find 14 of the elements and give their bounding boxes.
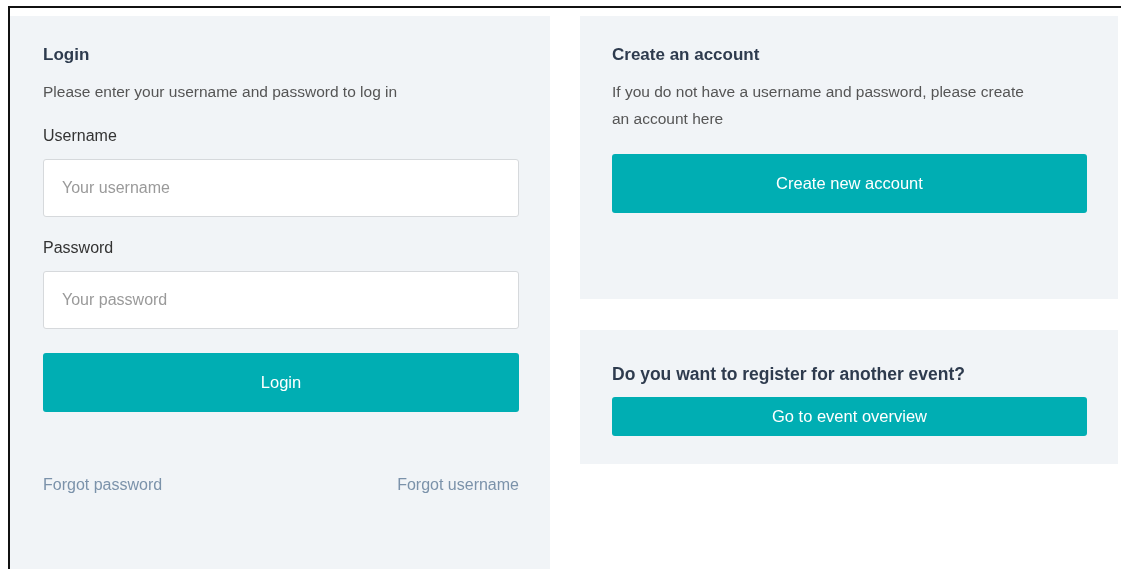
- login-button[interactable]: Login: [43, 353, 519, 412]
- create-account-title: Create an account: [612, 44, 761, 66]
- event-overview-button[interactable]: Go to event overview: [612, 397, 1087, 436]
- event-question: Do you want to register for another event?: [612, 363, 966, 385]
- create-account-description: If you do not have a username and password, please create an account here: [612, 82, 1025, 129]
- forgot-link[interactable]: Forgot password: [43, 476, 163, 494]
- input-field[interactable]: Your password: [43, 271, 519, 329]
- login-description: Please enter your username and password to log in: [43, 82, 399, 102]
- field-label: Password: [43, 238, 115, 258]
- create-account-button[interactable]: Create new account: [612, 154, 1087, 213]
- input-field[interactable]: Your username: [43, 159, 519, 217]
- field-label: Username: [43, 126, 118, 146]
- forgot-link[interactable]: Forgot username: [397, 476, 519, 494]
- login-title: Login: [43, 44, 91, 66]
